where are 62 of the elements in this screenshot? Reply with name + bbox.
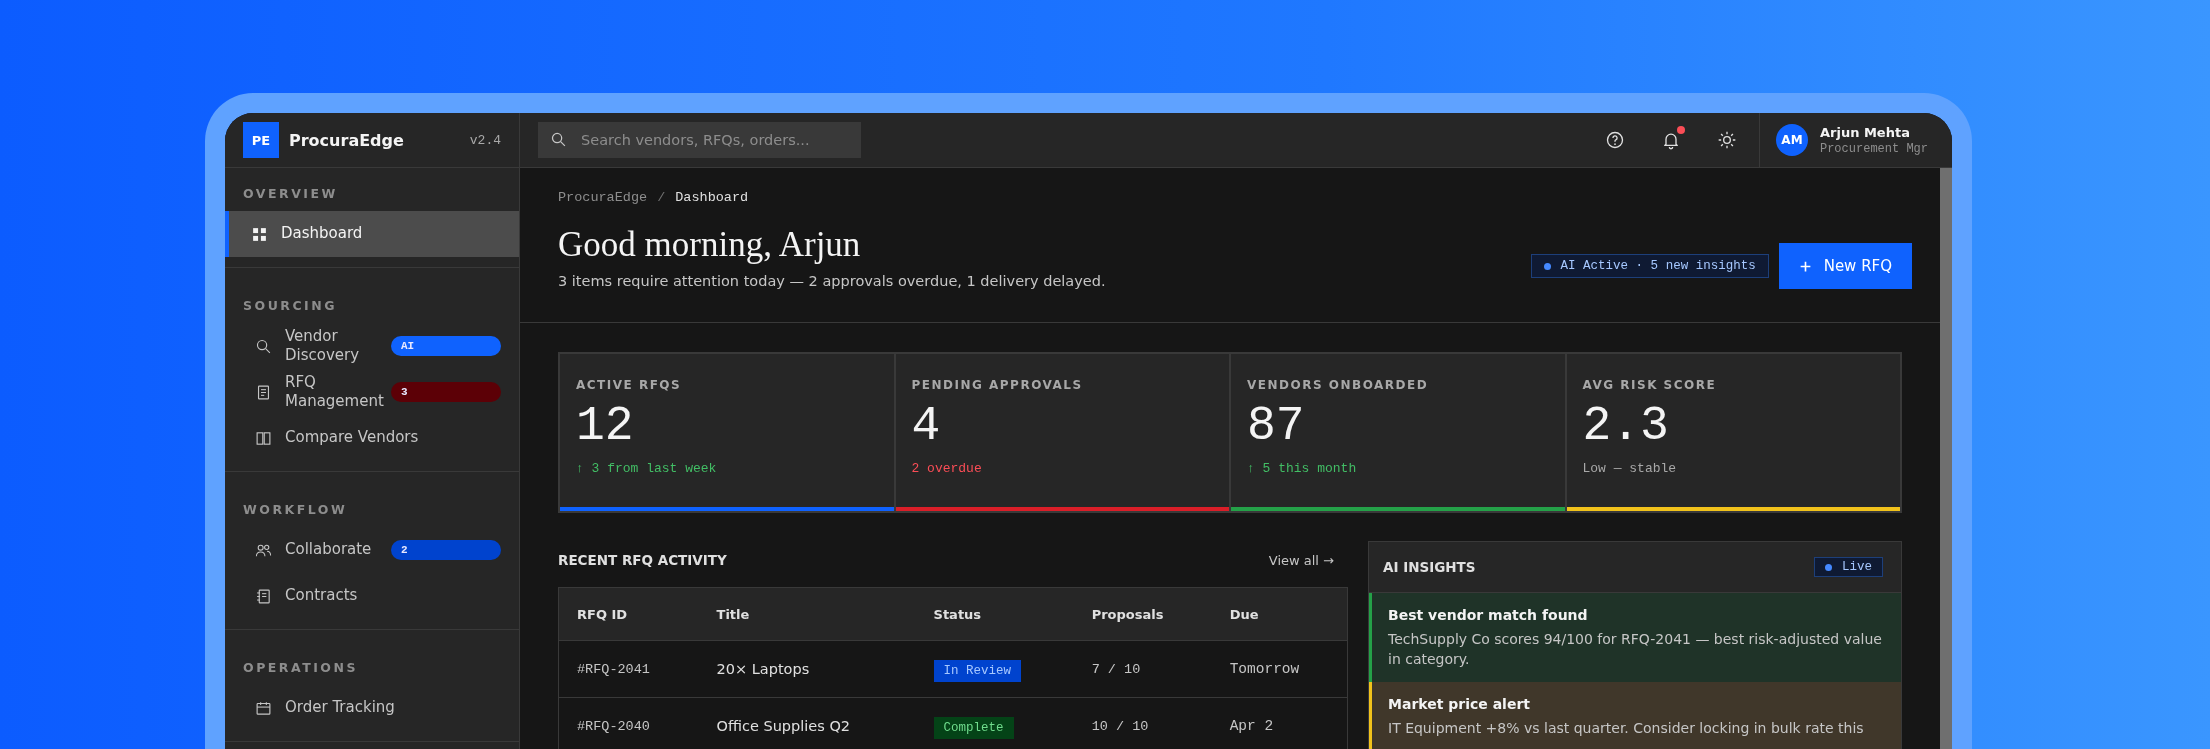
sidebar-section-title: WORKFLOW (242, 502, 349, 519)
column-header: Status (915, 587, 1074, 641)
stat-note: ↑ 3 from last week (576, 460, 718, 476)
sidebar-section-title: SOURCING (242, 298, 338, 315)
status-tag: In Review (933, 659, 1022, 682)
count-badge: AI (391, 336, 501, 356)
sidebar-item[interactable]: Contracts (225, 573, 519, 619)
new-rfq-button[interactable]: New RFQ (1778, 243, 1912, 289)
sidebar-item[interactable]: Order Tracking (225, 685, 519, 731)
count-badge: 2 (391, 540, 501, 560)
version-label: v2.4 (469, 132, 501, 148)
stat-note: 2 overdue (911, 460, 983, 476)
count-badge: 3 (391, 382, 501, 402)
insight-title: Best vendor match found (1388, 607, 1589, 623)
column-header: Title (698, 587, 916, 641)
insight-title: Market price alert (1388, 695, 1531, 712)
stat-value: 2.3 (1582, 400, 1670, 453)
stat-value: 4 (911, 400, 942, 453)
table-cell: 20× Laptops (698, 640, 916, 698)
sidebar-item[interactable]: Dashboard (225, 211, 519, 257)
stat-note: Low — stable (1582, 460, 1678, 476)
table-cell: Tomorrow (1211, 640, 1348, 698)
stat-label: AVG RISK SCORE (1582, 378, 1718, 392)
stat-value: 12 (576, 400, 635, 453)
stat-label: VENDORS ONBOARDED (1247, 378, 1430, 392)
live-pill: Live (1814, 557, 1883, 577)
search-field[interactable]: Search vendors, RFQs, orders... (538, 122, 861, 158)
sidebar-section-title: OPERATIONS (242, 660, 359, 677)
sidebar-section-title: OVERVIEW (242, 186, 339, 203)
user-name: Arjun Mehta (1819, 124, 1911, 140)
greeting-title: Good morning, Arjun (558, 225, 862, 265)
stat-value: 87 (1247, 400, 1306, 453)
section-title: RECENT RFQ ACTIVITY (558, 552, 727, 568)
user-avatar[interactable]: AM (1775, 124, 1808, 156)
greeting-subtitle: 3 items require attention today — 2 approvals overdue, 1 delivery delayed. (558, 273, 1107, 289)
stat-note: ↑ 5 this month (1247, 460, 1358, 476)
breadcrumb-separator: / (657, 190, 666, 205)
breadcrumb-link[interactable]: ProcuraEdge (558, 190, 648, 205)
user-role: Procurement Mgr (1819, 141, 1928, 156)
column-header: Due (1211, 587, 1348, 641)
table-cell: 7 / 10 (1073, 640, 1212, 698)
app-name: ProcuraEdge (289, 130, 404, 150)
column-header: RFQ ID (558, 587, 699, 641)
column-header: Proposals (1073, 587, 1212, 641)
sidebar-item[interactable]: Compare Vendors (225, 415, 519, 461)
sidebar-item[interactable]: Collaborate 2 (225, 527, 519, 573)
status-tag: Complete (933, 716, 1014, 739)
panel-title: AI INSIGHTS (1383, 559, 1476, 575)
stat-label: PENDING APPROVALS (911, 378, 1084, 392)
table-cell: 10 / 10 (1073, 697, 1212, 749)
insight-text: TechSupply Co scores 94/100 for RFQ-2041 — best risk-adjusted value in category. (1388, 630, 1883, 670)
table-cell: #RFQ-2041 (558, 640, 699, 698)
table-cell: Office Supplies Q2 (698, 697, 916, 749)
table-cell: #RFQ-2040 (558, 697, 699, 749)
sidebar-item[interactable]: RFQ Management 3 (225, 369, 519, 415)
insight-text: IT Equipment +8% vs last quarter. Consider locking in bulk rate this (1388, 718, 1865, 738)
view-all-link[interactable]: View all → (1268, 552, 1334, 568)
ai-status-pill: AI Active · 5 new insights (1530, 254, 1769, 278)
table-cell: Apr 2 (1211, 697, 1348, 749)
sidebar-item[interactable]: Vendor Discovery AI (225, 323, 519, 369)
stat-label: ACTIVE RFQS (576, 378, 683, 392)
logo[interactable]: PE (243, 122, 279, 158)
